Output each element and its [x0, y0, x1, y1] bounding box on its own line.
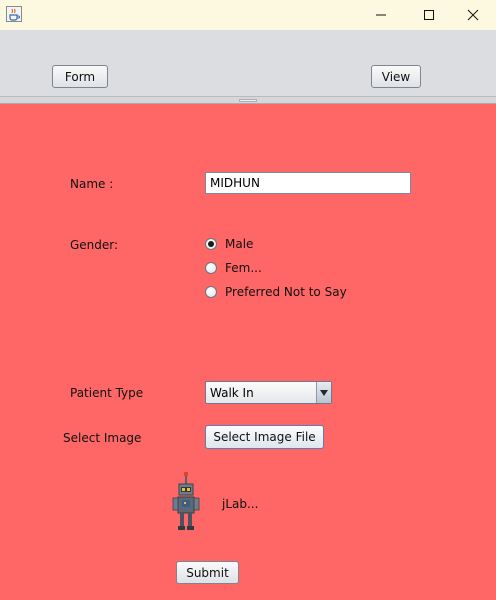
radio-unselected-icon[interactable]	[205, 262, 217, 274]
maximize-icon	[424, 10, 434, 20]
image-caption: jLab...	[222, 497, 259, 511]
minimize-icon	[376, 14, 386, 16]
name-label: Name :	[70, 177, 114, 191]
patient-type-label: Patient Type	[70, 386, 144, 400]
radio-label-female: Fem...	[225, 261, 262, 275]
toolbar: Form View	[0, 30, 496, 96]
radio-male[interactable]: Male	[205, 235, 345, 253]
form-button[interactable]: Form	[52, 65, 108, 88]
view-button[interactable]: View	[371, 65, 421, 88]
split-pane-divider[interactable]	[0, 96, 496, 104]
title-bar	[0, 0, 496, 30]
close-button[interactable]	[450, 0, 496, 30]
radio-female[interactable]: Fem...	[205, 259, 345, 277]
chevron-down-icon[interactable]	[316, 382, 331, 403]
divider-grip-icon[interactable]	[239, 99, 257, 102]
radio-label-male: Male	[225, 237, 254, 251]
maximize-button[interactable]	[406, 0, 452, 30]
radio-prefer-not-to-say[interactable]: Preferred Not to Say	[205, 283, 375, 301]
name-field[interactable]: MIDHUN	[205, 172, 411, 194]
robot-icon	[170, 470, 202, 534]
submit-button[interactable]: Submit	[176, 561, 239, 584]
radio-selected-icon[interactable]	[205, 238, 217, 250]
minimize-button[interactable]	[358, 0, 404, 30]
patient-type-value: Walk In	[210, 385, 254, 400]
radio-label-prefer-not-to-say: Preferred Not to Say	[225, 285, 347, 299]
radio-unselected-icon[interactable]	[205, 286, 217, 298]
select-image-file-button[interactable]: Select Image File	[205, 425, 324, 449]
gender-label: Gender:	[70, 238, 119, 252]
java-cup-icon	[6, 6, 22, 22]
patient-type-dropdown[interactable]: Walk In	[205, 381, 332, 404]
select-image-label: Select Image	[63, 431, 142, 445]
close-icon	[467, 9, 479, 21]
